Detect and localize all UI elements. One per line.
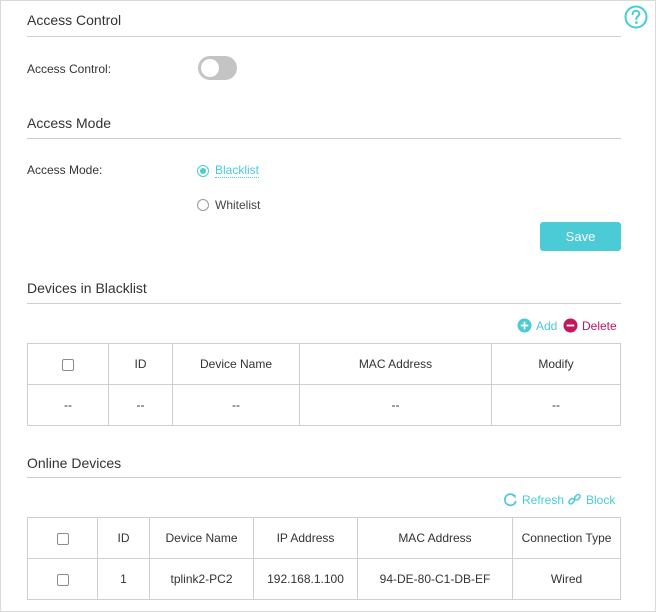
divider (27, 303, 621, 304)
refresh-button[interactable]: Refresh (503, 492, 564, 507)
add-label: Add (536, 318, 558, 333)
refresh-icon (504, 493, 517, 507)
column-header: Device Name (172, 343, 300, 385)
block-label: Block (586, 492, 616, 507)
radio-blacklist-label: Blacklist (215, 163, 260, 178)
table-header-row: ID Device Name MAC Address Modify (27, 343, 621, 385)
toggle-knob (201, 59, 219, 77)
table-cell: -- (108, 384, 173, 426)
radio-whitelist[interactable]: Whitelist (197, 198, 260, 212)
block-icon (568, 493, 581, 505)
online-devices-table: ID Device Name IP Address MAC Address Co… (27, 517, 621, 600)
blacklist-table: ID Device Name MAC Address Modify -- -- … (27, 343, 621, 426)
column-header: MAC Address (299, 343, 492, 385)
save-button[interactable]: Save (540, 222, 621, 251)
table-header-row: ID Device Name IP Address MAC Address Co… (27, 517, 621, 559)
column-header: Device Name (149, 517, 254, 559)
add-button[interactable]: Add (517, 318, 557, 333)
access-mode-title: Access Mode (27, 115, 112, 131)
access-mode-label: Access Mode: (27, 163, 103, 177)
column-header: IP Address (253, 517, 358, 559)
table-cell: -- (299, 384, 492, 426)
radio-blacklist[interactable]: Blacklist (197, 163, 260, 178)
row-checkbox-cell (27, 558, 98, 600)
table-cell: 1 (97, 558, 150, 600)
select-all-cell (27, 517, 98, 559)
column-header: ID (97, 517, 150, 559)
table-cell: Wired (512, 558, 621, 600)
block-button[interactable]: Block (567, 492, 615, 507)
select-all-checkbox[interactable] (62, 358, 74, 371)
delete-button[interactable]: Delete (563, 318, 617, 333)
table-row: 1 tplink2-PC2 192.168.1.100 94-DE-80-C1-… (27, 558, 621, 600)
table-cell: -- (491, 384, 621, 426)
column-header: Modify (491, 343, 621, 385)
divider (27, 477, 621, 478)
select-all-cell (27, 343, 109, 385)
add-icon (517, 318, 532, 333)
radio-unselected-icon (197, 199, 209, 211)
table-cell: -- (27, 384, 109, 426)
table-cell: 192.168.1.100 (253, 558, 358, 600)
delete-icon (563, 318, 578, 333)
help-icon[interactable] (624, 5, 648, 29)
access-control-toggle[interactable] (198, 56, 237, 80)
table-cell: -- (172, 384, 300, 426)
column-header: ID (108, 343, 173, 385)
column-header: Connection Type (512, 517, 621, 559)
online-devices-title: Online Devices (27, 455, 122, 471)
column-header: MAC Address (357, 517, 513, 559)
divider (27, 138, 621, 139)
access-control-label: Access Control: (27, 62, 112, 76)
blacklist-title: Devices in Blacklist (27, 280, 147, 296)
table-cell: tplink2-PC2 (149, 558, 254, 600)
delete-label: Delete (582, 318, 617, 333)
table-cell: 94-DE-80-C1-DB-EF (357, 558, 513, 600)
select-all-checkbox[interactable] (56, 532, 69, 545)
table-row: -- -- -- -- -- (27, 384, 621, 426)
radio-selected-icon (197, 164, 209, 177)
divider (27, 36, 621, 37)
refresh-label: Refresh (522, 492, 565, 507)
row-checkbox[interactable] (56, 573, 69, 586)
access-control-title: Access Control (27, 12, 122, 28)
radio-whitelist-label: Whitelist (215, 198, 261, 212)
